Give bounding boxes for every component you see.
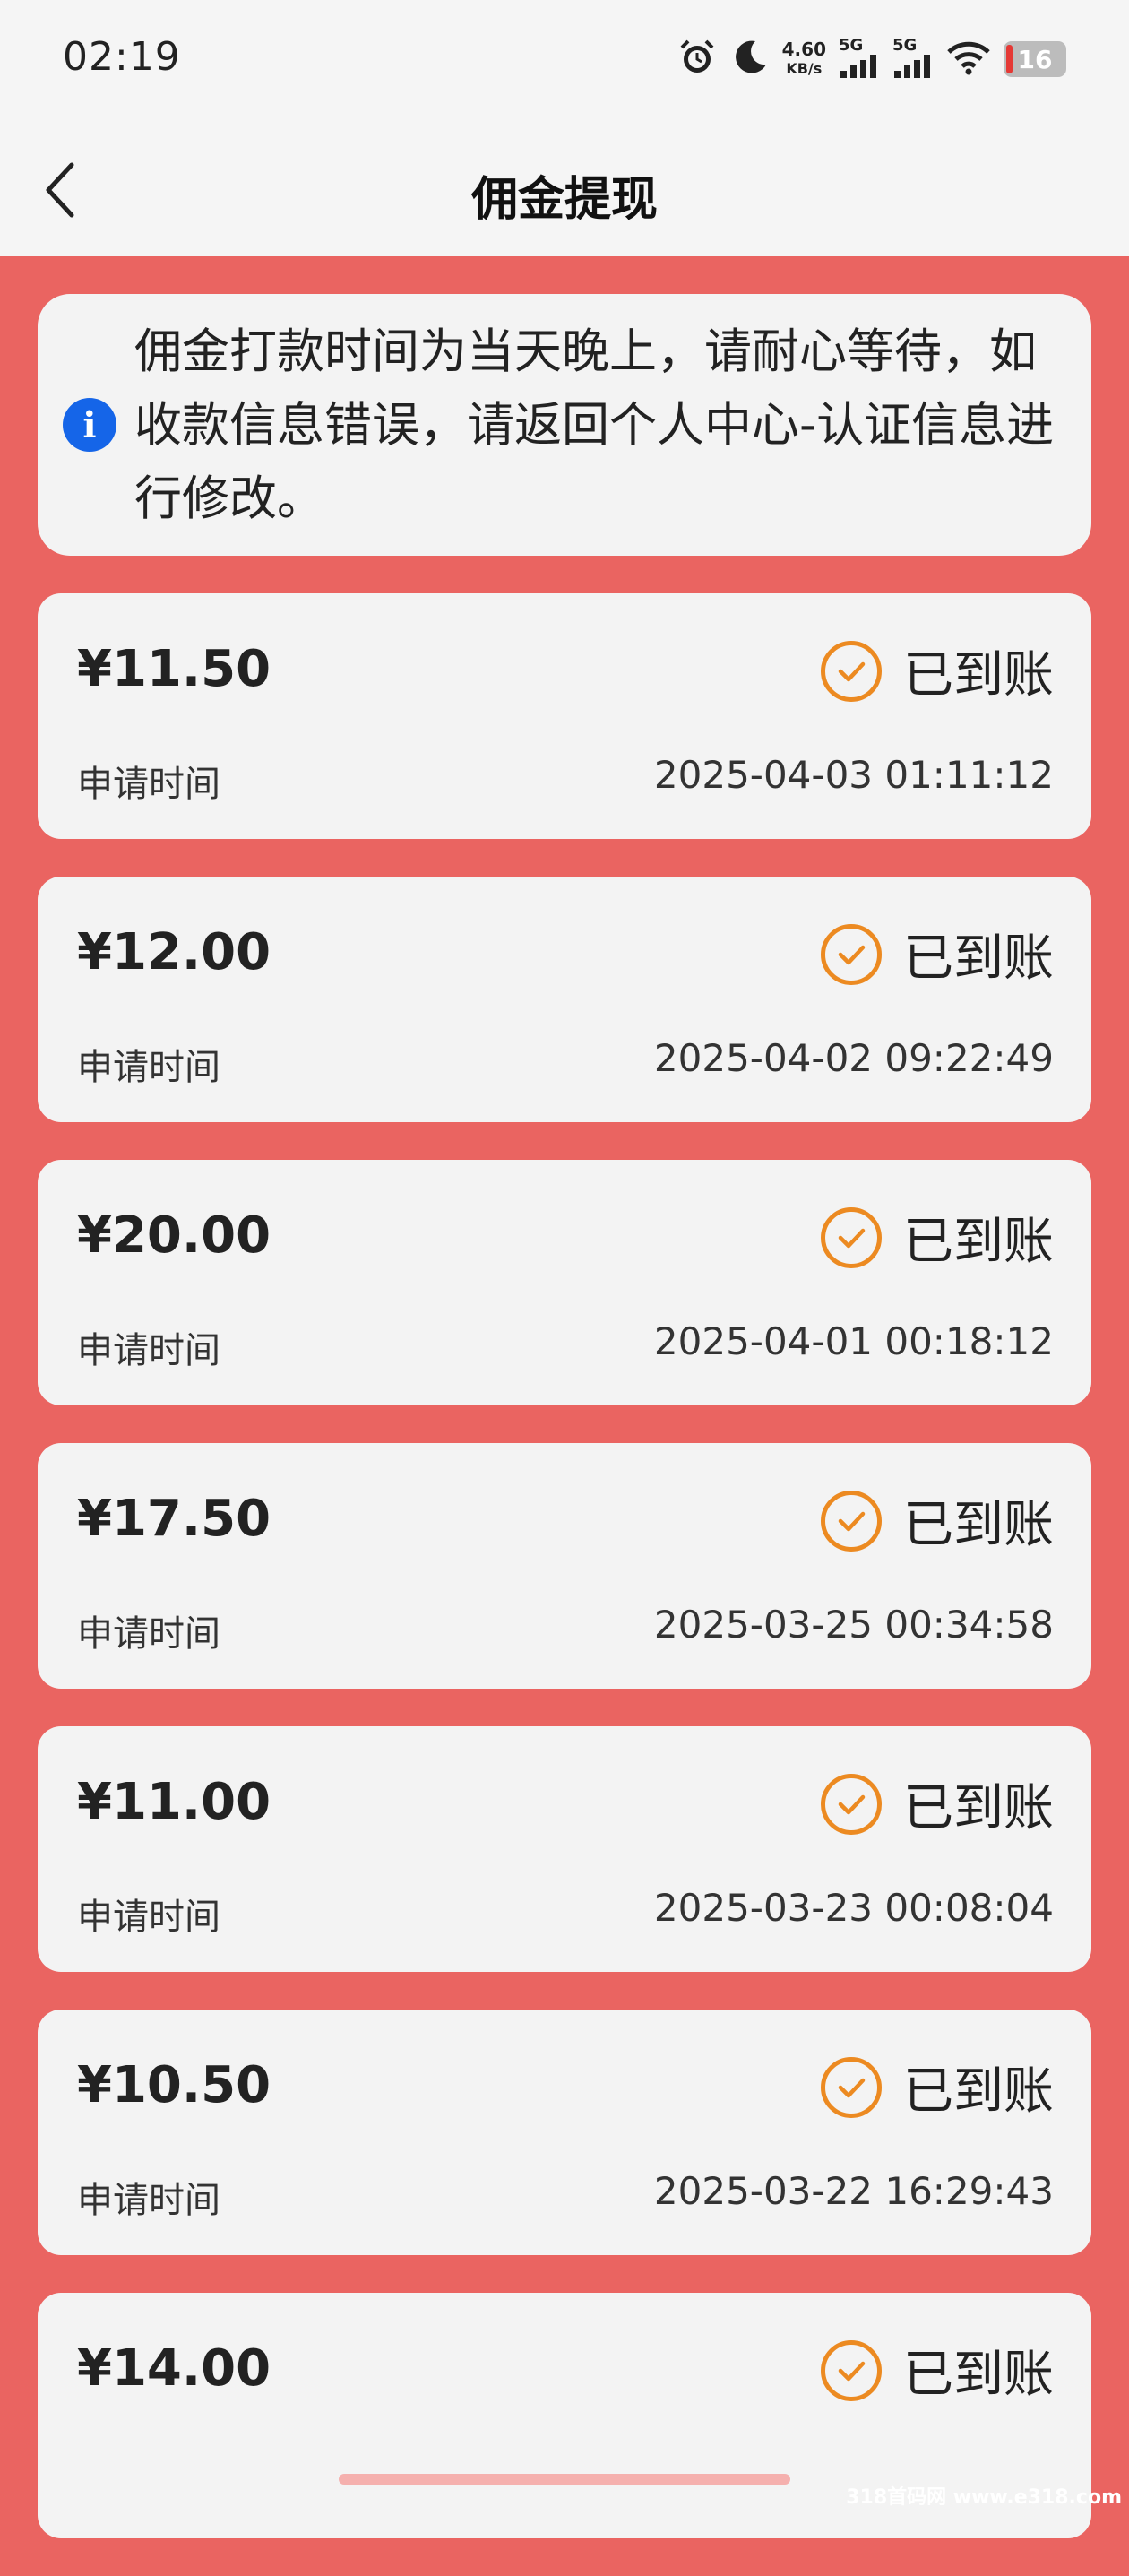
record-time-label: 申请时间 <box>77 764 220 805</box>
signal-bars-icon <box>840 55 876 78</box>
nav-bar: 佣金提现 <box>0 118 1129 256</box>
record-time: 2025-04-01 00:18:12 <box>653 1319 1054 1363</box>
notice-banner: i 佣金打款时间为当天晚上，请耐心等待，如收款信息错误，请返回个人中心-认证信息… <box>38 294 1091 556</box>
record-amount: ¥10.50 <box>77 2056 271 2114</box>
status-time: 02:19 <box>63 34 181 80</box>
check-circle-icon <box>821 2339 882 2401</box>
record-status: 已到账 <box>821 1484 1054 1557</box>
notice-text: 佣金打款时间为当天晚上，请耐心等待，如收款信息错误，请返回个人中心-认证信息进行… <box>134 324 1055 526</box>
record-time-label: 申请时间 <box>77 1047 220 1088</box>
check-circle-icon <box>821 923 882 985</box>
check-circle-icon <box>821 640 882 702</box>
record-status-text: 已到账 <box>903 1496 1054 1554</box>
record-amount: ¥11.50 <box>77 640 271 698</box>
page-title: 佣金提现 <box>470 173 658 227</box>
status-bar: 02:19 4.60 KB/s 5G 5G 16 <box>0 0 1129 118</box>
check-circle-icon <box>821 1490 882 1552</box>
record-amount: ¥17.50 <box>77 1490 271 1548</box>
record-time-label: 申请时间 <box>77 1897 220 1938</box>
record-status-text: 已到账 <box>903 2346 1054 2404</box>
record-amount: ¥12.00 <box>77 923 271 981</box>
battery-icon: 16 <box>1004 41 1066 77</box>
check-circle-icon <box>821 1206 882 1268</box>
signal-bars-icon <box>894 55 930 78</box>
withdrawal-record[interactable]: ¥12.00 已到账 申请时间 2025-04-02 09:22:49 <box>38 877 1091 1122</box>
record-status: 已到账 <box>821 635 1054 707</box>
record-time: 2025-04-03 01:11:12 <box>653 753 1054 797</box>
record-time-label: 申请时间 <box>77 1613 220 1655</box>
record-time: 2025-03-23 00:08:04 <box>653 1886 1054 1930</box>
record-status: 已到账 <box>821 1768 1054 1840</box>
battery-level: 16 <box>1017 44 1053 74</box>
record-status-text: 已到账 <box>903 2062 1054 2121</box>
withdrawal-record[interactable]: ¥11.50 已到账 申请时间 2025-04-03 01:11:12 <box>38 593 1091 839</box>
withdrawal-record[interactable]: ¥17.50 已到账 申请时间 2025-03-25 00:34:58 <box>38 1443 1091 1689</box>
record-status-text: 已到账 <box>903 1213 1054 1271</box>
record-time-label: 申请时间 <box>77 2180 220 2221</box>
home-indicator[interactable] <box>339 2474 790 2485</box>
info-icon: i <box>63 398 116 452</box>
record-status: 已到账 <box>821 918 1054 990</box>
record-status-text: 已到账 <box>903 646 1054 705</box>
record-time: 2025-03-25 00:34:58 <box>653 1603 1054 1647</box>
record-status: 已到账 <box>821 2051 1054 2123</box>
withdrawal-record[interactable]: ¥10.50 已到账 申请时间 2025-03-22 16:29:43 <box>38 2010 1091 2255</box>
record-status-text: 已到账 <box>903 1779 1054 1837</box>
status-icons: 4.60 KB/s 5G 5G 16 <box>677 32 1066 86</box>
battery-low-indicator <box>1006 45 1013 73</box>
wifi-icon <box>946 39 991 79</box>
check-circle-icon <box>821 2056 882 2118</box>
withdrawal-record[interactable]: ¥20.00 已到账 申请时间 2025-04-01 00:18:12 <box>38 1160 1091 1405</box>
record-status: 已到账 <box>821 1201 1054 1274</box>
record-time-label: 申请时间 <box>77 1330 220 1371</box>
record-amount: ¥20.00 <box>77 1206 271 1265</box>
withdrawal-record[interactable]: ¥11.00 已到账 申请时间 2025-03-23 00:08:04 <box>38 1726 1091 1972</box>
signal-1: 5G <box>839 36 880 82</box>
record-amount: ¥14.00 <box>77 2339 271 2398</box>
record-status: 已到账 <box>821 2334 1054 2407</box>
alarm-icon <box>677 37 718 82</box>
check-circle-icon <box>821 1773 882 1835</box>
record-time: 2025-04-02 09:22:49 <box>653 1036 1054 1080</box>
record-status-text: 已到账 <box>903 929 1054 988</box>
withdrawal-list: ¥11.50 已到账 申请时间 2025-04-03 01:11:12 ¥12.… <box>38 593 1091 2576</box>
signal-2: 5G <box>892 36 934 82</box>
record-amount: ¥11.00 <box>77 1773 271 1831</box>
watermark: 318首码网 www.e318.com <box>846 2486 1122 2509</box>
network-speed: 4.60 KB/s <box>781 39 826 77</box>
do-not-disturb-moon-icon <box>730 38 770 81</box>
record-time: 2025-03-22 16:29:43 <box>653 2169 1054 2213</box>
